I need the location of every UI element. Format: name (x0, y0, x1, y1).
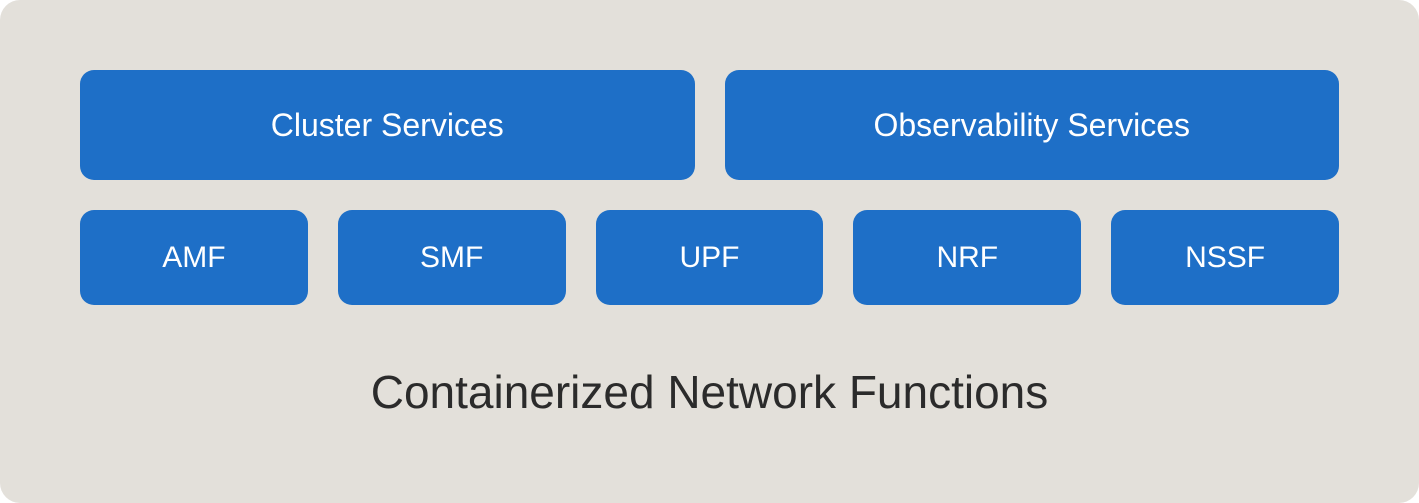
box-cluster-services: Cluster Services (80, 70, 695, 180)
diagram-container: Cluster Services Observability Services … (0, 0, 1419, 503)
box-smf: SMF (338, 210, 566, 305)
top-row: Cluster Services Observability Services (80, 70, 1339, 180)
box-observability-services: Observability Services (725, 70, 1340, 180)
box-label: AMF (162, 241, 225, 275)
box-label: NRF (936, 241, 998, 275)
box-label: UPF (679, 241, 739, 275)
box-nssf: NSSF (1111, 210, 1339, 305)
box-nrf: NRF (853, 210, 1081, 305)
box-label: Cluster Services (271, 107, 504, 144)
bottom-row: AMF SMF UPF NRF NSSF (80, 210, 1339, 305)
box-label: Observability Services (873, 107, 1190, 144)
box-label: SMF (420, 241, 483, 275)
box-upf: UPF (596, 210, 824, 305)
box-amf: AMF (80, 210, 308, 305)
diagram-title: Containerized Network Functions (80, 365, 1339, 419)
box-label: NSSF (1185, 241, 1265, 275)
